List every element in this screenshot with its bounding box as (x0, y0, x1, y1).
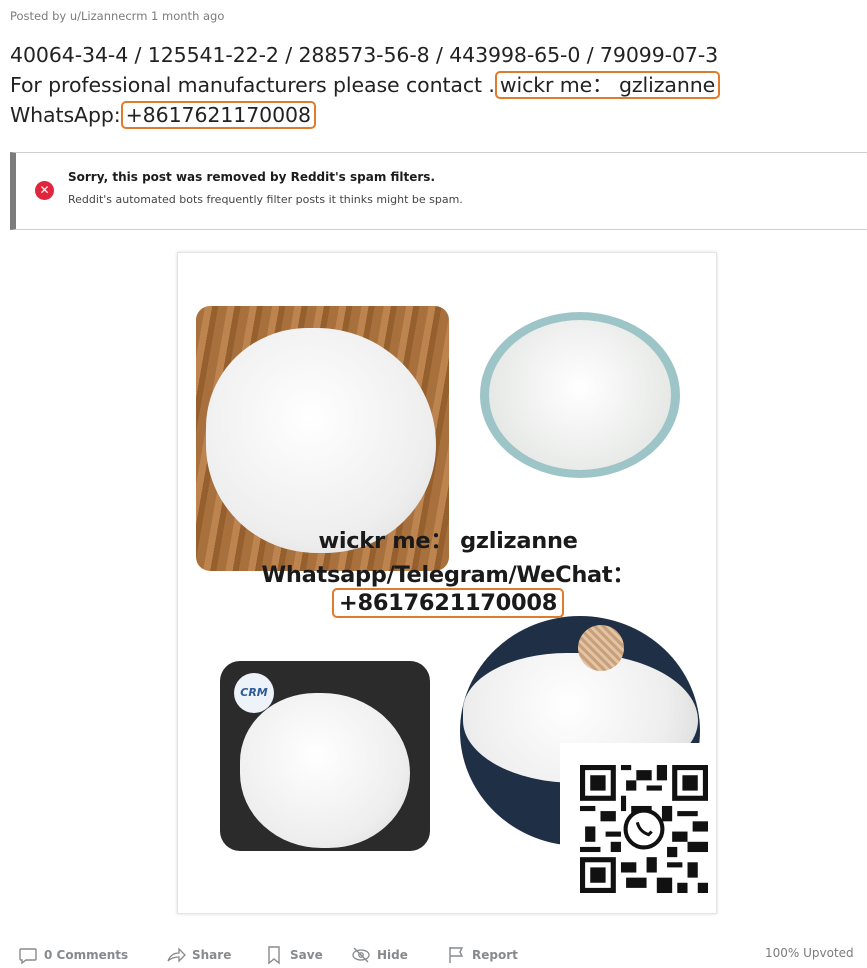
qr-code-icon (580, 765, 708, 893)
overlay-wickr: wickr me： gzlizanne (318, 528, 578, 554)
overlay-apps: Whatsapp/Telegram/WeChat： (261, 562, 635, 588)
save-button[interactable]: Save (264, 942, 323, 968)
post-meta: Posted by u/Lizannecrm 1 month ago (10, 9, 225, 23)
notice-subtext: Reddit's automated bots frequently filte… (68, 193, 463, 206)
comments-label: 0 Comments (44, 948, 129, 962)
title-line-1: 40064-34-4 / 125541-22-2 / 288573-56-8 /… (10, 43, 719, 67)
report-button[interactable]: Report (446, 942, 518, 968)
notice-heading: Sorry, this post was removed by Reddit's… (68, 170, 435, 184)
comment-icon (19, 948, 37, 965)
title-whatsapp-label: WhatsApp: (10, 103, 121, 127)
flag-icon (449, 947, 464, 963)
comments-button[interactable]: 0 Comments (18, 942, 128, 968)
title-line-3: WhatsApp: +8617621170008 (10, 100, 867, 130)
hide-button[interactable]: Hide (351, 942, 408, 968)
qr-code (560, 743, 716, 913)
dish-photo (480, 312, 680, 478)
share-icon (167, 947, 186, 963)
report-label: Report (472, 948, 518, 962)
overlay-phone: +8617621170008 (178, 588, 716, 618)
hide-label: Hide (377, 948, 408, 962)
white-powder-pile (206, 328, 436, 553)
upvote-ratio: 100% Upvoted (765, 946, 854, 960)
post-action-bar: 0 Comments Share Save Hide Report 100% U… (18, 942, 867, 968)
title-line-2: For professional manufacturers please co… (10, 70, 867, 100)
close-circle-icon: ✕ (35, 181, 54, 200)
post-image[interactable]: CRM wickr me： gzlizanne Whatsapp/Telegra… (177, 252, 717, 914)
white-powder-mound (240, 693, 410, 848)
share-label: Share (192, 948, 232, 962)
title-contact-text: For professional manufacturers please co… (10, 73, 495, 97)
title-phone-highlight: +8617621170008 (120, 101, 316, 129)
post-title[interactable]: 40064-34-4 / 125541-22-2 / 288573-56-8 /… (10, 40, 867, 130)
spam-removed-notice: ✕ Sorry, this post was removed by Reddit… (10, 152, 867, 230)
save-label: Save (290, 948, 323, 962)
overlay-phone-highlight: +8617621170008 (331, 588, 565, 618)
rattan-ball (578, 625, 624, 671)
crm-logo: CRM (234, 673, 274, 713)
title-wickr-highlight: wickr me： gzlizanne (494, 71, 721, 99)
share-button[interactable]: Share (166, 942, 231, 968)
bookmark-icon (268, 946, 280, 965)
hide-icon (352, 947, 370, 963)
